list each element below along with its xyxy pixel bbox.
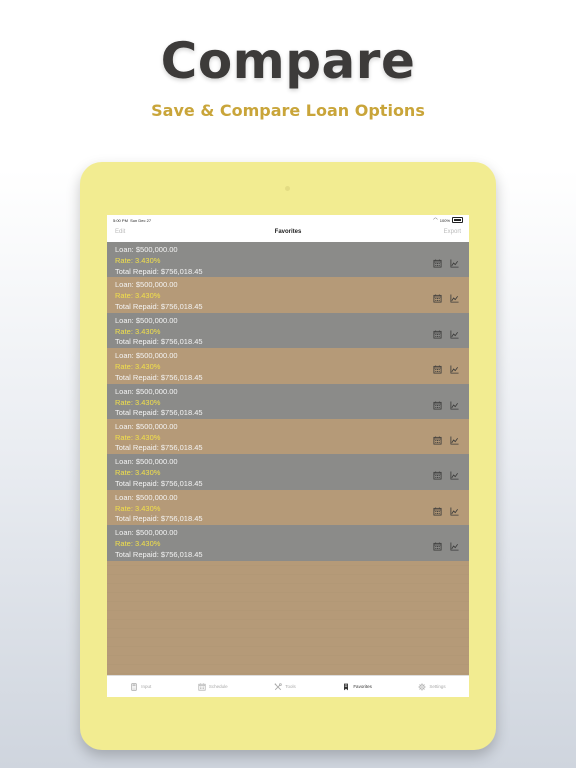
total-repaid: Total Repaid: $756,018.45 <box>115 549 203 559</box>
tab-tools[interactable]: Tools <box>274 682 296 691</box>
edit-button[interactable]: Edit <box>115 229 125 235</box>
navigation-bar: Edit Favorites Export <box>107 225 469 243</box>
compare-chart-icon[interactable] <box>450 326 459 339</box>
favorite-row[interactable]: Loan: $500,000.00 Rate: 3.430% Total Repai… <box>107 418 469 455</box>
tablet-frame: 5:00 PM Sun Dec 27 ◠ 100% Edit Favorites… <box>80 162 496 750</box>
battery-percent: 100% <box>439 217 450 223</box>
compare-chart-icon[interactable] <box>450 432 459 445</box>
tab-label: Input <box>141 684 152 689</box>
loan-amount: Loan: $500,000.00 <box>115 492 178 502</box>
favorite-row[interactable]: Loan: $500,000.00 Rate: 3.430% Total Repai… <box>107 277 469 313</box>
bookmark-icon <box>342 683 350 691</box>
row-actions <box>433 503 459 516</box>
row-actions <box>433 432 459 445</box>
schedule-calendar-icon[interactable] <box>433 326 442 339</box>
tab-label: Schedule <box>208 684 228 689</box>
schedule-calendar-icon[interactable] <box>433 467 442 480</box>
compare-chart-icon[interactable] <box>450 538 459 551</box>
camera-dot <box>285 186 290 191</box>
tools-icon <box>274 682 282 691</box>
page-title: Favorites <box>274 229 302 235</box>
row-actions <box>433 361 459 374</box>
favorites-list[interactable]: Loan: $500,000.00 Rate: 3.430% Total Repai… <box>107 242 469 676</box>
loan-amount: Loan: $500,000.00 <box>115 421 178 431</box>
tab-label: Tools <box>285 684 296 689</box>
tab-settings[interactable]: Settings <box>418 682 446 691</box>
compare-chart-icon[interactable] <box>450 503 459 516</box>
tab-bar: Input Schedule Tools Favorites Settings <box>107 675 469 697</box>
tab-favorites[interactable]: Favorites <box>342 683 372 691</box>
loan-rate: Rate: 3.430% <box>115 256 161 265</box>
row-actions <box>433 290 459 303</box>
loan-amount: Loan: $500,000.00 <box>115 457 178 467</box>
tab-label: Settings <box>429 684 446 689</box>
status-indicators: ◠ 100% <box>433 217 463 223</box>
total-repaid: Total Repaid: $756,018.45 <box>115 337 203 347</box>
compare-chart-icon[interactable] <box>450 290 459 303</box>
loan-amount: Loan: $500,000.00 <box>115 315 178 325</box>
compare-chart-icon[interactable] <box>450 397 459 410</box>
row-actions <box>433 397 459 410</box>
tab-input[interactable]: Input <box>130 682 152 691</box>
loan-amount: Loan: $500,000.00 <box>115 386 178 396</box>
loan-amount: Loan: $500,000.00 <box>115 351 178 361</box>
wifi-icon: ◠ <box>433 217 438 223</box>
row-actions <box>433 467 459 480</box>
schedule-calendar-icon[interactable] <box>433 538 442 551</box>
schedule-calendar-icon[interactable] <box>433 361 442 374</box>
compare-chart-icon[interactable] <box>450 255 459 268</box>
loan-rate: Rate: 3.430% <box>115 503 161 513</box>
schedule-calendar-icon[interactable] <box>433 432 442 445</box>
favorite-row[interactable]: Loan: $500,000.00 Rate: 3.430% Total Repai… <box>107 383 469 419</box>
total-repaid: Total Repaid: $756,018.45 <box>115 408 203 418</box>
favorite-row[interactable]: Loan: $500,000.00 Rate: 3.430% Total Repai… <box>107 489 469 526</box>
status-date: Sun Dec 27 <box>130 218 152 223</box>
schedule-calendar-icon[interactable] <box>433 397 442 410</box>
row-actions <box>433 538 459 551</box>
total-repaid: Total Repaid: $756,018.45 <box>115 266 203 276</box>
total-repaid: Total Repaid: $756,018.45 <box>115 301 203 311</box>
export-button[interactable]: Export <box>444 229 461 235</box>
loan-rate: Rate: 3.430% <box>115 397 161 407</box>
total-repaid: Total Repaid: $756,018.45 <box>115 372 203 382</box>
loan-amount: Loan: $500,000.00 <box>115 528 178 538</box>
favorite-row[interactable]: Loan: $500,000.00 Rate: 3.430% Total Repai… <box>107 525 469 561</box>
loan-rate: Rate: 3.430% <box>115 291 161 301</box>
status-bar: 5:00 PM Sun Dec 27 ◠ 100% <box>107 215 469 225</box>
favorite-row[interactable]: Loan: $500,000.00 Rate: 3.430% Total Repai… <box>107 312 469 349</box>
loan-amount: Loan: $500,000.00 <box>115 280 178 290</box>
total-repaid: Total Repaid: $756,018.45 <box>115 514 203 524</box>
favorite-row[interactable]: Loan: $500,000.00 Rate: 3.430% Total Repai… <box>107 454 469 490</box>
calculator-icon <box>130 682 138 691</box>
tablet-screen: 5:00 PM Sun Dec 27 ◠ 100% Edit Favorites… <box>107 215 469 697</box>
total-repaid: Total Repaid: $756,018.45 <box>115 478 203 488</box>
total-repaid: Total Repaid: $756,018.45 <box>115 443 203 453</box>
compare-chart-icon[interactable] <box>450 467 459 480</box>
battery-icon <box>452 217 463 223</box>
schedule-calendar-icon[interactable] <box>433 503 442 516</box>
favorite-row[interactable]: Loan: $500,000.00 Rate: 3.430% Total Repai… <box>107 242 469 278</box>
row-actions <box>433 255 459 268</box>
tab-label: Favorites <box>353 684 372 689</box>
subheadline: Save & Compare Loan Options <box>151 101 425 120</box>
headline: Compare <box>160 32 416 90</box>
favorite-row[interactable]: Loan: $500,000.00 Rate: 3.430% Total Repai… <box>107 348 469 384</box>
loan-rate: Rate: 3.430% <box>115 326 161 336</box>
compare-chart-icon[interactable] <box>450 361 459 374</box>
calendar-icon <box>198 682 206 691</box>
loan-amount: Loan: $500,000.00 <box>115 245 178 254</box>
status-time-date: 5:00 PM Sun Dec 27 <box>113 218 151 223</box>
loan-rate: Rate: 3.430% <box>115 539 161 549</box>
tab-schedule[interactable]: Schedule <box>198 682 228 691</box>
loan-rate: Rate: 3.430% <box>115 468 161 478</box>
loan-rate: Rate: 3.430% <box>115 432 161 442</box>
gear-icon <box>418 682 426 691</box>
loan-rate: Rate: 3.430% <box>115 362 161 372</box>
status-time: 5:00 PM <box>113 218 128 223</box>
row-actions <box>433 326 459 339</box>
schedule-calendar-icon[interactable] <box>433 255 442 268</box>
schedule-calendar-icon[interactable] <box>433 290 442 303</box>
